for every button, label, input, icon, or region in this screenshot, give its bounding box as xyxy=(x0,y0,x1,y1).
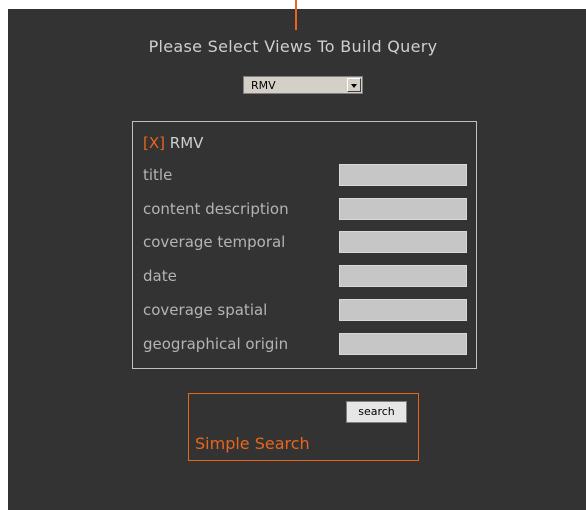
chevron-down-icon[interactable] xyxy=(347,78,361,92)
view-name: RMV xyxy=(169,134,204,152)
field-row-coverage-spatial: coverage spatial xyxy=(143,299,468,323)
field-label-content-description: content description xyxy=(143,200,289,218)
field-label-coverage-temporal: coverage temporal xyxy=(143,233,286,251)
field-row-coverage-temporal: coverage temporal xyxy=(143,231,468,255)
field-row-geographical-origin: geographical origin xyxy=(143,333,468,357)
page-heading: Please Select Views To Build Query xyxy=(148,37,438,56)
coverage-spatial-input[interactable] xyxy=(339,299,467,321)
field-label-date: date xyxy=(143,267,177,285)
date-input[interactable] xyxy=(339,265,467,287)
field-label-title: title xyxy=(143,166,173,184)
simple-search-link[interactable]: Simple Search xyxy=(195,434,310,453)
search-box: search Simple Search xyxy=(188,393,419,461)
view-select-value: RMV xyxy=(251,79,276,92)
field-row-content-description: content description xyxy=(143,198,468,222)
view-header: [X] RMV xyxy=(143,134,203,152)
geographical-origin-input[interactable] xyxy=(339,333,467,355)
search-button[interactable]: search xyxy=(346,401,407,423)
field-row-date: date xyxy=(143,265,468,289)
content-description-input[interactable] xyxy=(339,198,467,220)
field-row-title: title xyxy=(143,164,468,188)
coverage-temporal-input[interactable] xyxy=(339,231,467,253)
title-input[interactable] xyxy=(339,164,467,186)
field-label-geographical-origin: geographical origin xyxy=(143,335,289,353)
field-label-coverage-spatial: coverage spatial xyxy=(143,301,268,319)
view-fields-box: [X] RMV title content description covera… xyxy=(132,121,477,369)
remove-view-link[interactable]: [X] xyxy=(143,134,165,152)
view-select-dropdown[interactable]: RMV xyxy=(243,76,363,94)
top-divider-line xyxy=(295,0,297,30)
